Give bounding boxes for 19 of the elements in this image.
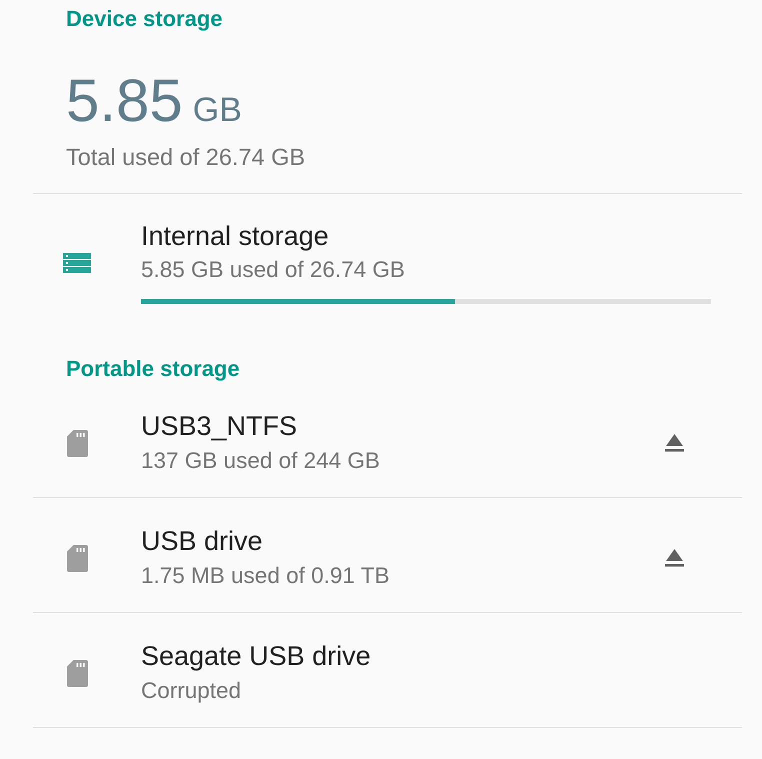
eject-icon[interactable] bbox=[665, 434, 684, 452]
sd-card-icon bbox=[66, 430, 88, 456]
total-used-amount: 5.85 bbox=[66, 67, 183, 134]
section-heading: Portable storage bbox=[66, 355, 240, 383]
storage-icon bbox=[63, 252, 91, 272]
volume-name[interactable]: Seagate USB drive bbox=[141, 641, 371, 671]
volume-usage: 1.75 MB used of 0.91 TB bbox=[141, 562, 390, 590]
sd-card-icon bbox=[66, 660, 88, 686]
volume-name[interactable]: USB drive bbox=[141, 526, 263, 556]
section-heading: Device storage bbox=[66, 5, 223, 33]
volume-name[interactable]: USB3_NTFS bbox=[141, 411, 298, 441]
volume-usage: 137 GB used of 244 GB bbox=[141, 447, 380, 475]
eject-icon[interactable] bbox=[665, 549, 684, 567]
sd-card-icon bbox=[66, 544, 88, 572]
total-used-caption: Total used of 26.74 GB bbox=[66, 143, 306, 171]
volume-name[interactable]: Internal storage bbox=[141, 221, 329, 251]
total-used-unit: GB bbox=[192, 91, 242, 129]
volume-usage: 5.85 GB used of 26.74 GB bbox=[141, 256, 405, 284]
volume-usage: Corrupted bbox=[141, 677, 242, 705]
